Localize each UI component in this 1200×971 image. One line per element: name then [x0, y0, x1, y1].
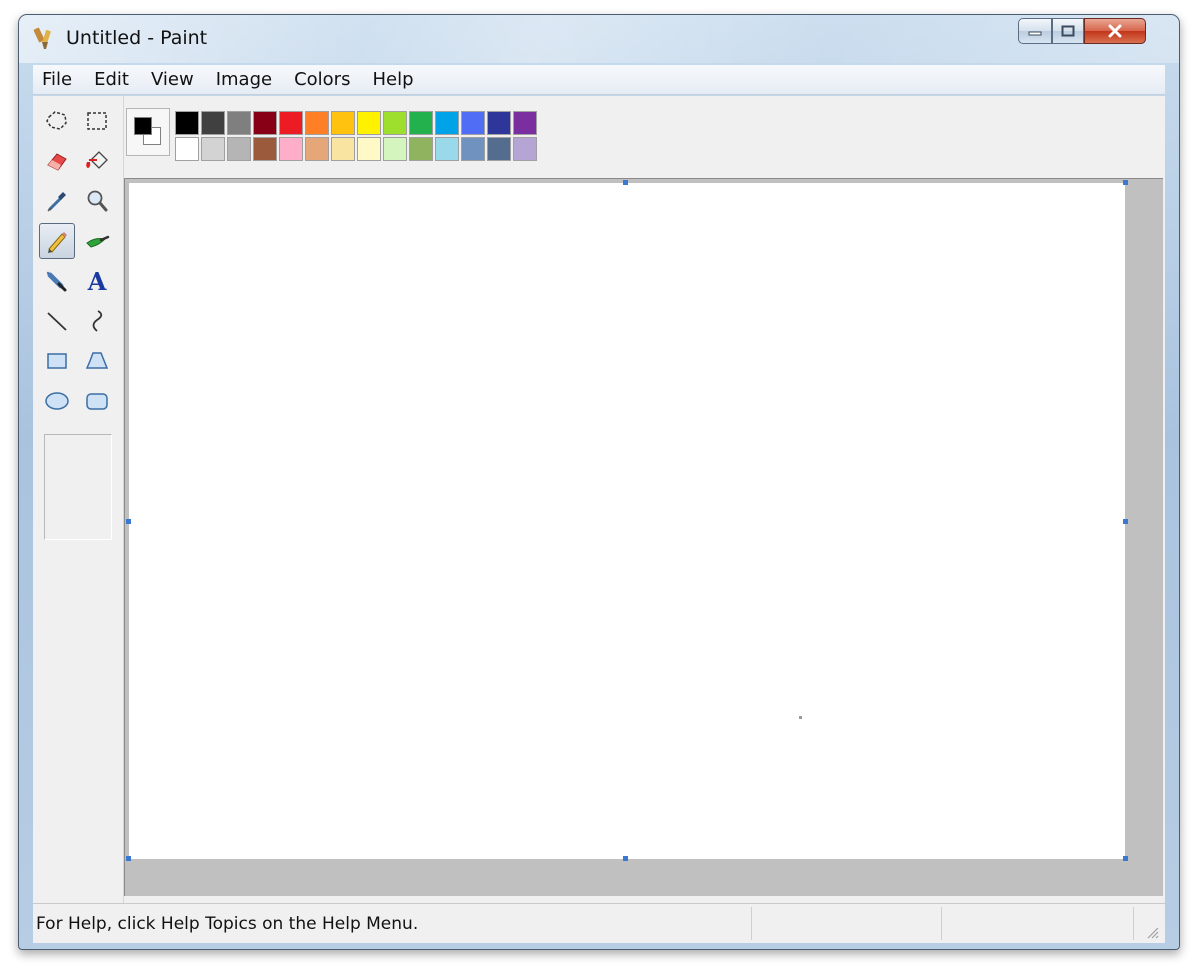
tool-brush[interactable] [79, 223, 115, 259]
palette-swatch[interactable] [435, 111, 459, 135]
window-title: Untitled - Paint [66, 27, 208, 49]
tool-rectangle[interactable] [39, 343, 75, 379]
tool-pencil[interactable] [39, 223, 75, 259]
resize-handle-bottom-left [126, 856, 131, 861]
palette-swatch[interactable] [357, 137, 381, 161]
foreground-color [134, 117, 152, 135]
tool-airbrush[interactable] [39, 263, 75, 299]
palette-swatch[interactable] [331, 137, 355, 161]
color-palette [174, 110, 538, 162]
tool-options-box[interactable] [44, 434, 112, 540]
title-bar[interactable]: Untitled - Paint [19, 15, 1179, 59]
palette-swatch[interactable] [409, 111, 433, 135]
paint-bucket-icon [86, 151, 108, 169]
palette-swatch[interactable] [435, 137, 459, 161]
palette-swatch[interactable] [305, 111, 329, 135]
pencil-icon [48, 232, 67, 253]
palette-swatch[interactable] [409, 137, 433, 161]
palette-swatch[interactable] [487, 137, 511, 161]
resize-handle-right[interactable] [1123, 519, 1128, 524]
status-help-text: For Help, click Help Topics on the Help … [36, 914, 419, 934]
palette-swatch[interactable] [513, 111, 537, 135]
ellipse-icon [45, 392, 69, 410]
palette-swatch[interactable] [331, 111, 355, 135]
tool-magnifier[interactable] [79, 183, 115, 219]
maximize-button[interactable] [1052, 18, 1084, 44]
canvas-workspace [124, 178, 1163, 896]
palette-swatch[interactable] [201, 137, 225, 161]
polygon-icon [85, 352, 109, 369]
toolbox: A [33, 96, 124, 903]
paint-app-icon[interactable] [33, 26, 57, 50]
resize-handle-bottom-right[interactable] [1123, 856, 1128, 861]
resize-grip-icon[interactable] [1145, 925, 1159, 939]
menu-image[interactable]: Image [205, 69, 283, 90]
tool-fill-with-color[interactable] [79, 143, 115, 179]
curve-icon [92, 310, 103, 332]
rectangle-icon [47, 353, 67, 369]
status-pane-size [941, 907, 942, 940]
palette-swatch[interactable] [513, 137, 537, 161]
menu-bar: File Edit View Image Colors Help [33, 65, 1165, 95]
line-icon [47, 312, 67, 331]
paint-window: Untitled - Paint File Edit View Image Co… [18, 14, 1180, 950]
tool-pick-color[interactable] [39, 183, 75, 219]
palette-swatch[interactable] [175, 137, 199, 161]
menu-help[interactable]: Help [361, 69, 424, 90]
tool-select[interactable] [79, 103, 115, 139]
palette-swatch[interactable] [305, 137, 329, 161]
menu-file[interactable]: File [33, 69, 83, 90]
eraser-icon [47, 153, 67, 171]
magnifier-icon [87, 190, 108, 212]
menu-view[interactable]: View [140, 69, 205, 90]
resize-handle-left [126, 519, 131, 524]
close-button[interactable] [1084, 18, 1146, 44]
tool-ellipse[interactable] [39, 383, 75, 419]
palette-swatch[interactable] [383, 111, 407, 135]
tool-free-form-select[interactable] [39, 103, 75, 139]
palette-swatch[interactable] [461, 111, 485, 135]
tool-polygon[interactable] [79, 343, 115, 379]
resize-handle-top-right [1123, 180, 1128, 185]
palette-swatch[interactable] [227, 111, 251, 135]
airbrush-icon [46, 271, 67, 292]
resize-handle-top [623, 180, 628, 185]
status-pane-grip [1133, 907, 1134, 940]
palette-swatch[interactable] [357, 111, 381, 135]
palette-swatch[interactable] [461, 137, 485, 161]
tool-line[interactable] [39, 303, 75, 339]
palette-swatch[interactable] [175, 111, 199, 135]
drawing-canvas[interactable] [129, 183, 1125, 859]
status-pane-coordinates [751, 907, 752, 940]
rounded-rectangle-icon [86, 393, 108, 410]
palette-swatch[interactable] [487, 111, 511, 135]
resize-handle-bottom[interactable] [623, 856, 628, 861]
palette-swatch[interactable] [279, 137, 303, 161]
eyedropper-icon [47, 192, 66, 212]
free-form-select-icon [46, 111, 67, 130]
menu-edit[interactable]: Edit [83, 69, 140, 90]
tool-curve[interactable] [79, 303, 115, 339]
color-box [124, 96, 1165, 176]
brush-icon [86, 235, 110, 248]
current-colors-indicator[interactable] [126, 108, 170, 156]
menu-colors[interactable]: Colors [283, 69, 361, 90]
close-icon [1108, 24, 1122, 38]
tool-rounded-rectangle[interactable] [79, 383, 115, 419]
palette-swatch[interactable] [227, 137, 251, 161]
palette-swatch[interactable] [253, 137, 277, 161]
text-icon: A [87, 266, 107, 296]
minimize-button[interactable] [1018, 18, 1052, 44]
palette-swatch[interactable] [279, 111, 303, 135]
status-bar: For Help, click Help Topics on the Help … [33, 903, 1165, 943]
tool-text[interactable]: A [79, 263, 115, 299]
palette-swatch[interactable] [201, 111, 225, 135]
tool-eraser[interactable] [39, 143, 75, 179]
palette-swatch[interactable] [383, 137, 407, 161]
rectangle-select-icon [87, 112, 107, 130]
canvas-dot [799, 716, 802, 719]
palette-swatch[interactable] [253, 111, 277, 135]
client-area: A [33, 96, 1165, 903]
